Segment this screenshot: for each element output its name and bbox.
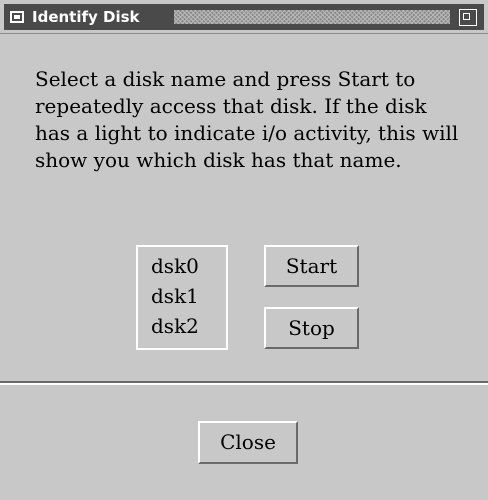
window-title: Identify Disk (32, 8, 140, 26)
title-bar-inner[interactable]: Identify Disk (4, 4, 484, 30)
disk-list-item[interactable]: dsk0 (151, 251, 226, 281)
title-bar-drag-area[interactable] (174, 10, 450, 24)
window-menu-icon[interactable] (10, 11, 24, 23)
instruction-text: Select a disk name and press Start to re… (35, 67, 459, 172)
start-button[interactable]: Start (264, 245, 359, 287)
separator (0, 381, 488, 385)
stop-button[interactable]: Stop (264, 307, 359, 349)
identify-disk-window: Identify Disk Select a disk name and pre… (0, 0, 488, 500)
disk-list[interactable]: dsk0 dsk1 dsk2 (136, 245, 228, 350)
resize-icon[interactable] (459, 9, 477, 26)
disk-list-item[interactable]: dsk1 (151, 281, 226, 311)
title-bar: Identify Disk (0, 0, 488, 34)
close-button[interactable]: Close (198, 421, 298, 464)
disk-list-item[interactable]: dsk2 (151, 311, 226, 341)
